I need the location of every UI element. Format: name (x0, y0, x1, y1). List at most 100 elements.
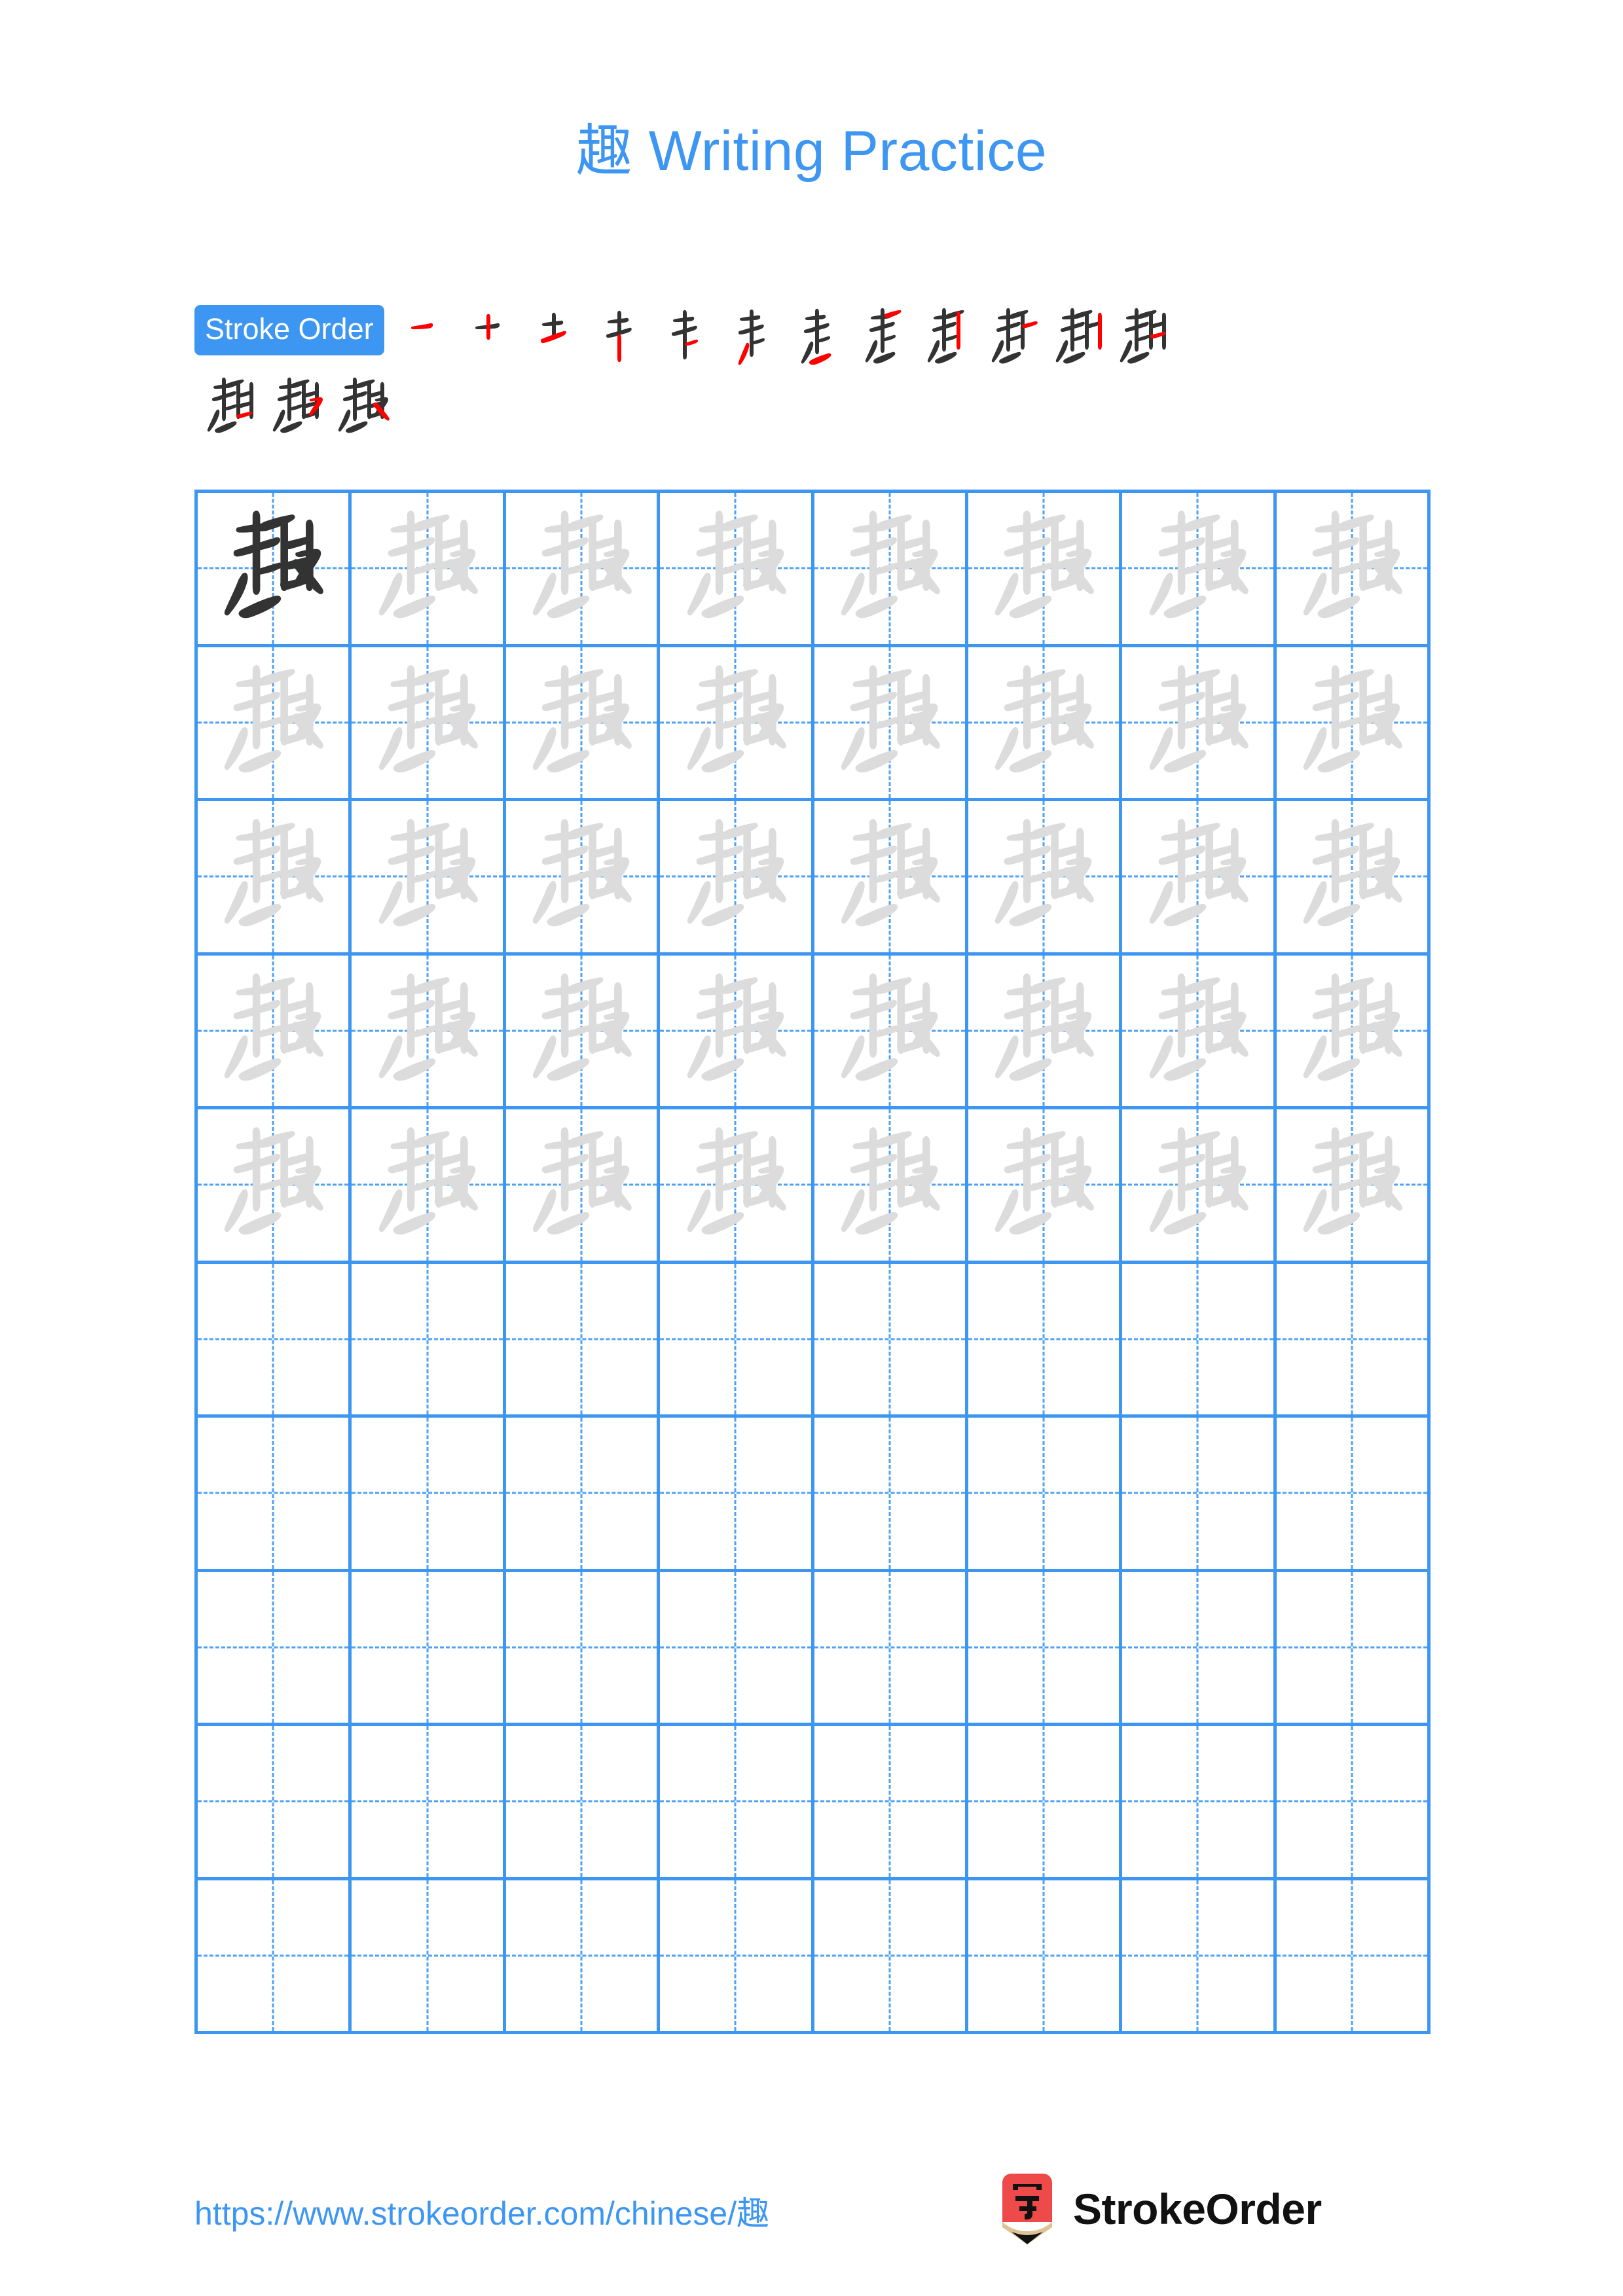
practice-cell[interactable] (1122, 1726, 1277, 1880)
cell-horizontal-guide (968, 1800, 1120, 1803)
practice-cell[interactable] (198, 1263, 352, 1418)
practice-cell[interactable] (505, 801, 661, 956)
footer-url-link[interactable]: https://www.strokeorder.com/chinese/趣 (194, 2187, 769, 2234)
practice-cell[interactable] (814, 1418, 968, 1572)
tracing-character (814, 801, 965, 952)
practice-cell[interactable] (814, 1880, 968, 2034)
practice-cell[interactable] (660, 955, 814, 1109)
practice-cell[interactable] (1276, 1880, 1431, 2034)
practice-cell[interactable] (814, 1263, 968, 1418)
cell-horizontal-guide (660, 1338, 811, 1340)
practice-cell[interactable] (1276, 647, 1431, 801)
practice-cell[interactable] (352, 1109, 506, 1264)
tracing-character (660, 956, 811, 1107)
practice-cell[interactable] (505, 955, 661, 1109)
practice-cell[interactable] (352, 1418, 506, 1572)
practice-cell[interactable] (1276, 1109, 1431, 1264)
tracing-character (1277, 1109, 1427, 1261)
practice-cell[interactable] (505, 493, 661, 647)
practice-cell[interactable] (968, 1880, 1123, 2034)
model-character (198, 493, 348, 644)
practice-cell[interactable] (1276, 493, 1431, 647)
cell-horizontal-guide (1276, 1338, 1427, 1340)
practice-cell[interactable] (814, 1109, 968, 1264)
stroke-step-10 (981, 305, 1047, 370)
practice-cell[interactable] (1122, 1571, 1277, 1726)
practice-cell[interactable] (352, 955, 506, 1109)
practice-cell[interactable] (505, 1726, 661, 1880)
practice-cell[interactable] (968, 647, 1123, 801)
practice-cell[interactable] (1122, 493, 1277, 647)
practice-cell[interactable] (660, 1880, 814, 2034)
practice-cell[interactable] (968, 1263, 1123, 1418)
practice-cell[interactable] (1122, 1418, 1277, 1572)
practice-cell[interactable] (660, 801, 814, 956)
practice-cell[interactable] (352, 493, 506, 647)
practice-cell[interactable] (505, 1263, 661, 1418)
practice-cell[interactable] (660, 1109, 814, 1264)
practice-cell[interactable] (660, 1726, 814, 1880)
practice-cell[interactable] (198, 955, 352, 1109)
practice-cell[interactable] (660, 1418, 814, 1572)
practice-cell[interactable] (1122, 647, 1277, 801)
tracing-character (1122, 1109, 1273, 1261)
practice-cell[interactable] (198, 1880, 352, 2034)
practice-cell[interactable] (1122, 1880, 1277, 2034)
practice-cell[interactable] (1276, 1263, 1431, 1418)
practice-cell[interactable] (1276, 955, 1431, 1109)
practice-cell[interactable] (814, 801, 968, 956)
tracing-character (968, 956, 1119, 1107)
practice-cell[interactable] (352, 1263, 506, 1418)
practice-cell[interactable] (814, 955, 968, 1109)
stroke-step-3 (523, 305, 589, 370)
practice-cell[interactable] (660, 647, 814, 801)
practice-cell[interactable] (968, 801, 1123, 956)
practice-cell[interactable] (352, 1880, 506, 2034)
practice-cell[interactable] (1276, 1418, 1431, 1572)
practice-cell[interactable] (968, 1418, 1123, 1572)
practice-cell[interactable] (968, 955, 1123, 1109)
practice-cell[interactable] (660, 1571, 814, 1726)
practice-cell[interactable] (814, 1726, 968, 1880)
practice-cell[interactable] (352, 801, 506, 956)
practice-cell[interactable] (352, 1571, 506, 1726)
practice-cell[interactable] (198, 647, 352, 801)
practice-cell[interactable] (198, 1109, 352, 1264)
stroke-step-15 (331, 374, 396, 440)
practice-cell[interactable] (352, 1726, 506, 1880)
practice-cell[interactable] (198, 1418, 352, 1572)
practice-cell[interactable] (198, 1726, 352, 1880)
practice-cell[interactable] (505, 1418, 661, 1572)
practice-cell[interactable] (1276, 801, 1431, 956)
practice-cell[interactable] (814, 1571, 968, 1726)
practice-cell[interactable] (198, 801, 352, 956)
practice-cell[interactable] (814, 493, 968, 647)
practice-cell[interactable] (660, 1263, 814, 1418)
practice-cell[interactable] (505, 1880, 661, 2034)
tracing-character (198, 647, 348, 798)
cell-horizontal-guide (352, 1646, 503, 1649)
practice-cell[interactable] (968, 1109, 1123, 1264)
cell-horizontal-guide (660, 1492, 811, 1494)
practice-cell[interactable] (1122, 801, 1277, 956)
practice-cell[interactable] (1276, 1571, 1431, 1726)
cell-horizontal-guide (1122, 1646, 1273, 1649)
cell-horizontal-guide (1276, 1954, 1427, 1957)
practice-cell[interactable] (1122, 955, 1277, 1109)
practice-cell[interactable] (505, 647, 661, 801)
practice-cell[interactable] (968, 1726, 1123, 1880)
cell-horizontal-guide (814, 1492, 965, 1494)
practice-cell[interactable] (1276, 1726, 1431, 1880)
practice-cell[interactable] (814, 647, 968, 801)
practice-cell[interactable] (505, 1571, 661, 1726)
practice-cell[interactable] (505, 1109, 661, 1264)
practice-cell[interactable] (352, 647, 506, 801)
practice-cell[interactable] (968, 1571, 1123, 1726)
stroke-step-14 (265, 374, 331, 440)
practice-cell[interactable] (660, 493, 814, 647)
practice-cell[interactable] (968, 493, 1123, 647)
practice-cell[interactable] (1122, 1263, 1277, 1418)
practice-cell[interactable] (198, 1571, 352, 1726)
practice-cell[interactable] (198, 493, 352, 647)
practice-cell[interactable] (1122, 1109, 1277, 1264)
